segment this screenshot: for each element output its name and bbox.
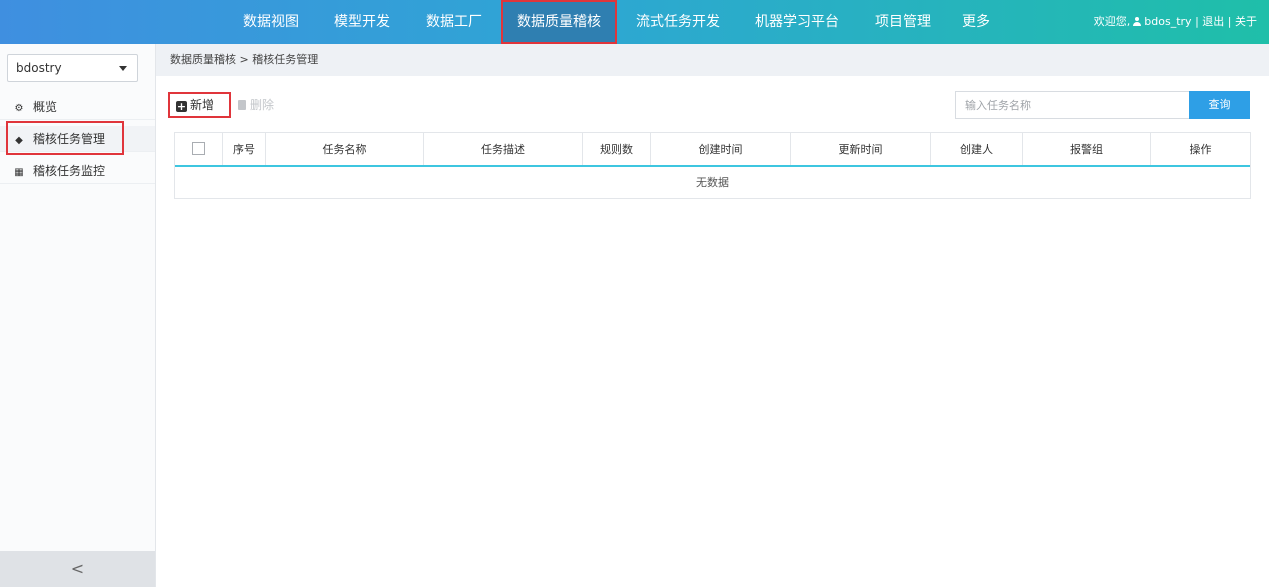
nav-project-mgmt[interactable]: 项目管理: [875, 0, 931, 44]
nav-stream-task-dev[interactable]: 流式任务开发: [636, 0, 720, 44]
select-all-cell: [175, 133, 223, 165]
nav-more[interactable]: 更多: [962, 0, 990, 44]
column-header[interactable]: 任务描述: [424, 133, 583, 165]
chevron-left-icon: <: [70, 559, 85, 578]
sidebar-item-label: 稽核任务监控: [33, 164, 106, 178]
sidebar-item-label: 概览: [33, 100, 58, 114]
breadcrumb-current: 稽核任务管理: [252, 53, 319, 66]
user-icon: [1133, 17, 1142, 26]
trash-icon: [238, 100, 246, 110]
delete-button-label: 删除: [250, 98, 275, 112]
breadcrumb: 数据质量稽核 > 稽核任务管理: [156, 44, 1269, 76]
sidebar-item-overview[interactable]: ⚙ 概览: [0, 94, 155, 120]
column-header[interactable]: 创建人: [931, 133, 1023, 165]
breadcrumb-separator: >: [239, 53, 249, 66]
column-header[interactable]: 创建时间: [651, 133, 791, 165]
sidebar-item-audit-task-monitor[interactable]: ▦ 稽核任务监控: [0, 158, 155, 184]
cube-icon: ◆: [15, 135, 23, 146]
add-button[interactable]: + 新增: [168, 92, 231, 118]
sidebar: bdostry ⚙ 概览 ◆ 稽核任务管理 ▦ 稽核任务监控 <: [0, 44, 156, 587]
separator: |: [1195, 15, 1199, 28]
table-empty-row: 无数据: [696, 176, 729, 189]
nav-data-quality-audit[interactable]: 数据质量稽核: [501, 0, 617, 44]
delete-button[interactable]: 删除: [238, 95, 274, 115]
nav-ml-platform[interactable]: 机器学习平台: [755, 0, 839, 44]
column-header[interactable]: 任务名称: [266, 133, 424, 165]
grid-icon: ▦: [14, 167, 24, 178]
breadcrumb-parent[interactable]: 数据质量稽核: [170, 53, 236, 66]
add-button-label: 新增: [190, 98, 215, 112]
sidebar-collapse-button[interactable]: <: [0, 551, 155, 587]
sidebar-item-audit-task-mgmt[interactable]: ◆ 稽核任务管理: [0, 126, 155, 152]
top-navbar: 数据视图 模型开发 数据工厂 数据质量稽核 流式任务开发 机器学习平台 项目管理…: [0, 0, 1269, 44]
about-link[interactable]: 关于: [1235, 15, 1257, 28]
table-header: 序号 任务名称 任务描述 规则数 创建时间 更新时间 创建人 报警组 操作: [175, 133, 1250, 167]
search-button[interactable]: 查询: [1189, 91, 1250, 119]
sidebar-item-label: 稽核任务管理: [33, 132, 106, 146]
plus-square-icon: +: [176, 100, 187, 113]
username-link[interactable]: bdos_try: [1144, 15, 1191, 28]
select-all-checkbox[interactable]: [192, 142, 205, 155]
nav-data-view[interactable]: 数据视图: [243, 0, 299, 44]
column-header[interactable]: 规则数: [583, 133, 651, 165]
logout-link[interactable]: 退出: [1202, 15, 1224, 28]
project-select[interactable]: bdostry: [7, 54, 138, 82]
column-header[interactable]: 报警组: [1023, 133, 1151, 165]
project-select-value: bdostry: [16, 61, 62, 75]
column-header: 操作: [1189, 143, 1212, 156]
column-header[interactable]: 更新时间: [791, 133, 931, 165]
cogs-icon: ⚙: [14, 103, 24, 114]
audit-task-table: 序号 任务名称 任务描述 规则数 创建时间 更新时间 创建人 报警组 操作 无数…: [174, 132, 1251, 199]
separator: |: [1227, 15, 1232, 28]
nav-data-factory[interactable]: 数据工厂: [426, 0, 482, 44]
welcome-text: 欢迎您,: [1093, 15, 1131, 28]
column-header[interactable]: 序号: [223, 133, 266, 165]
task-name-search-input[interactable]: [955, 91, 1190, 119]
nav-model-dev[interactable]: 模型开发: [334, 0, 390, 44]
user-area: 欢迎您, bdos_try | 退出 | 关于: [1094, 0, 1257, 44]
caret-down-icon: [119, 66, 127, 71]
